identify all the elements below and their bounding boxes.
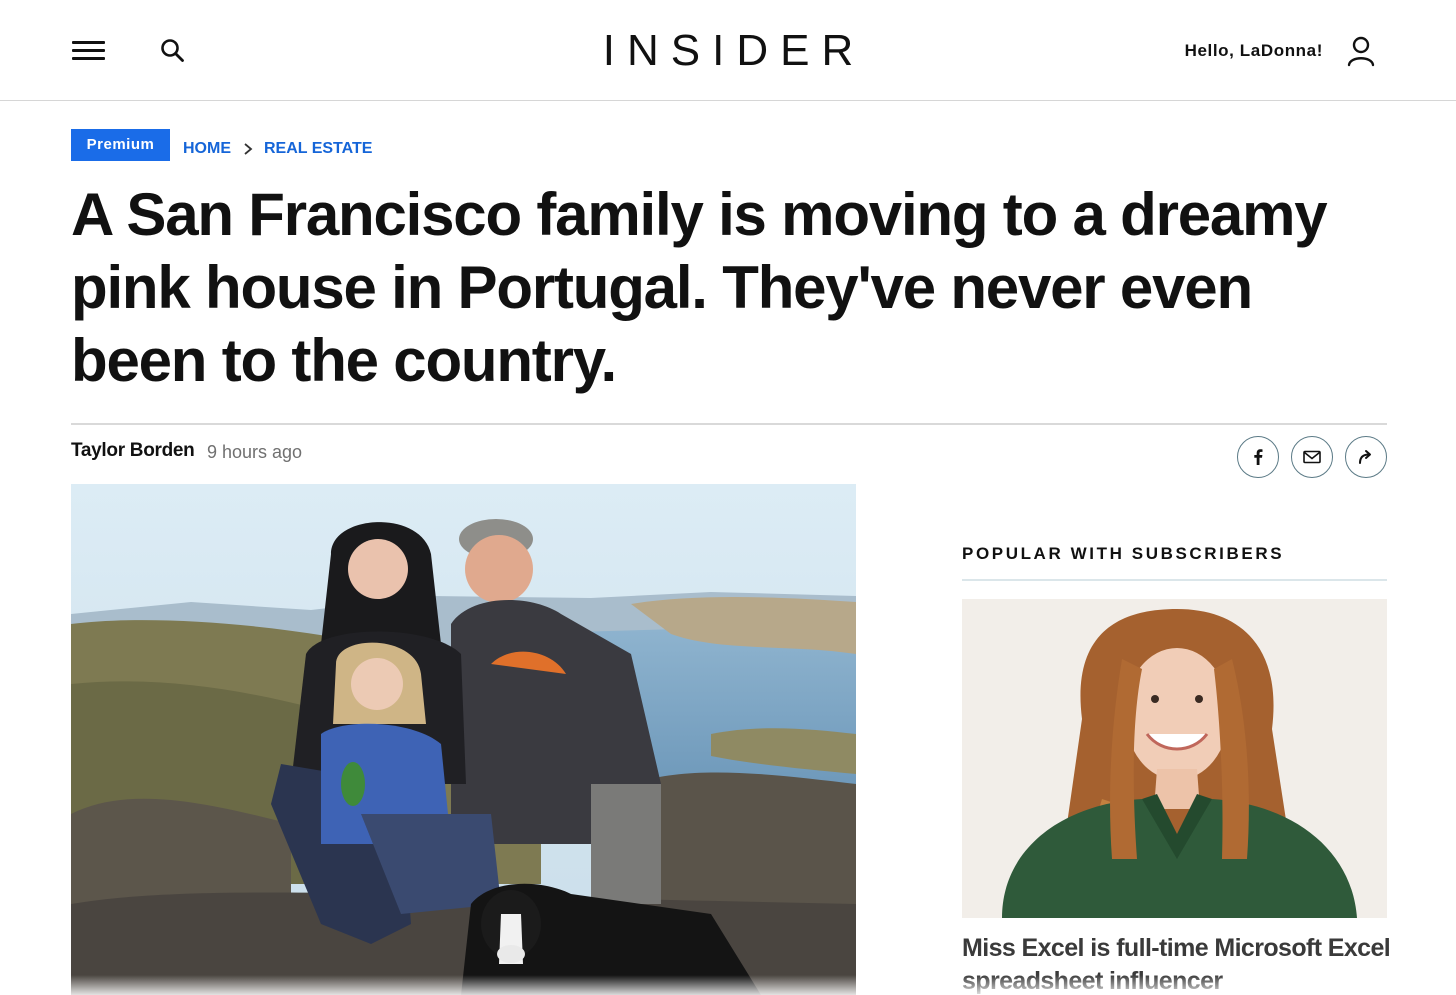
article-headline: A San Francisco family is moving to a dr… bbox=[71, 181, 1328, 394]
user-account-icon[interactable] bbox=[1344, 34, 1378, 68]
site-header: INSIDER Hello, LaDonna! bbox=[0, 0, 1456, 101]
sidebar-divider bbox=[962, 579, 1387, 581]
share-forward-icon bbox=[1359, 450, 1371, 464]
chevron-right-icon bbox=[241, 141, 255, 157]
byline-divider bbox=[71, 423, 1387, 425]
share-forward-button[interactable] bbox=[1345, 436, 1387, 478]
sidebar-section-title: POPULAR WITH SUBSCRIBERS bbox=[962, 544, 1285, 563]
publish-time: 9 hours ago bbox=[207, 442, 303, 462]
article-hero-image bbox=[71, 484, 856, 995]
sidebar-story-headline[interactable]: Miss Excel is full-time Microsoft Excel … bbox=[962, 932, 1392, 995]
email-icon bbox=[1303, 450, 1321, 464]
breadcrumb-home-link[interactable]: HOME bbox=[183, 139, 231, 159]
breadcrumb-real-estate-link[interactable]: REAL ESTATE bbox=[264, 139, 372, 159]
author-name[interactable]: Taylor Borden bbox=[71, 439, 195, 463]
premium-badge: Premium bbox=[71, 129, 170, 161]
sidebar-story-image[interactable] bbox=[962, 599, 1387, 918]
user-greeting[interactable]: Hello, LaDonna! bbox=[1185, 40, 1323, 62]
email-share-button[interactable] bbox=[1291, 436, 1333, 478]
facebook-share-button[interactable] bbox=[1237, 436, 1279, 478]
facebook-icon bbox=[1254, 449, 1263, 465]
